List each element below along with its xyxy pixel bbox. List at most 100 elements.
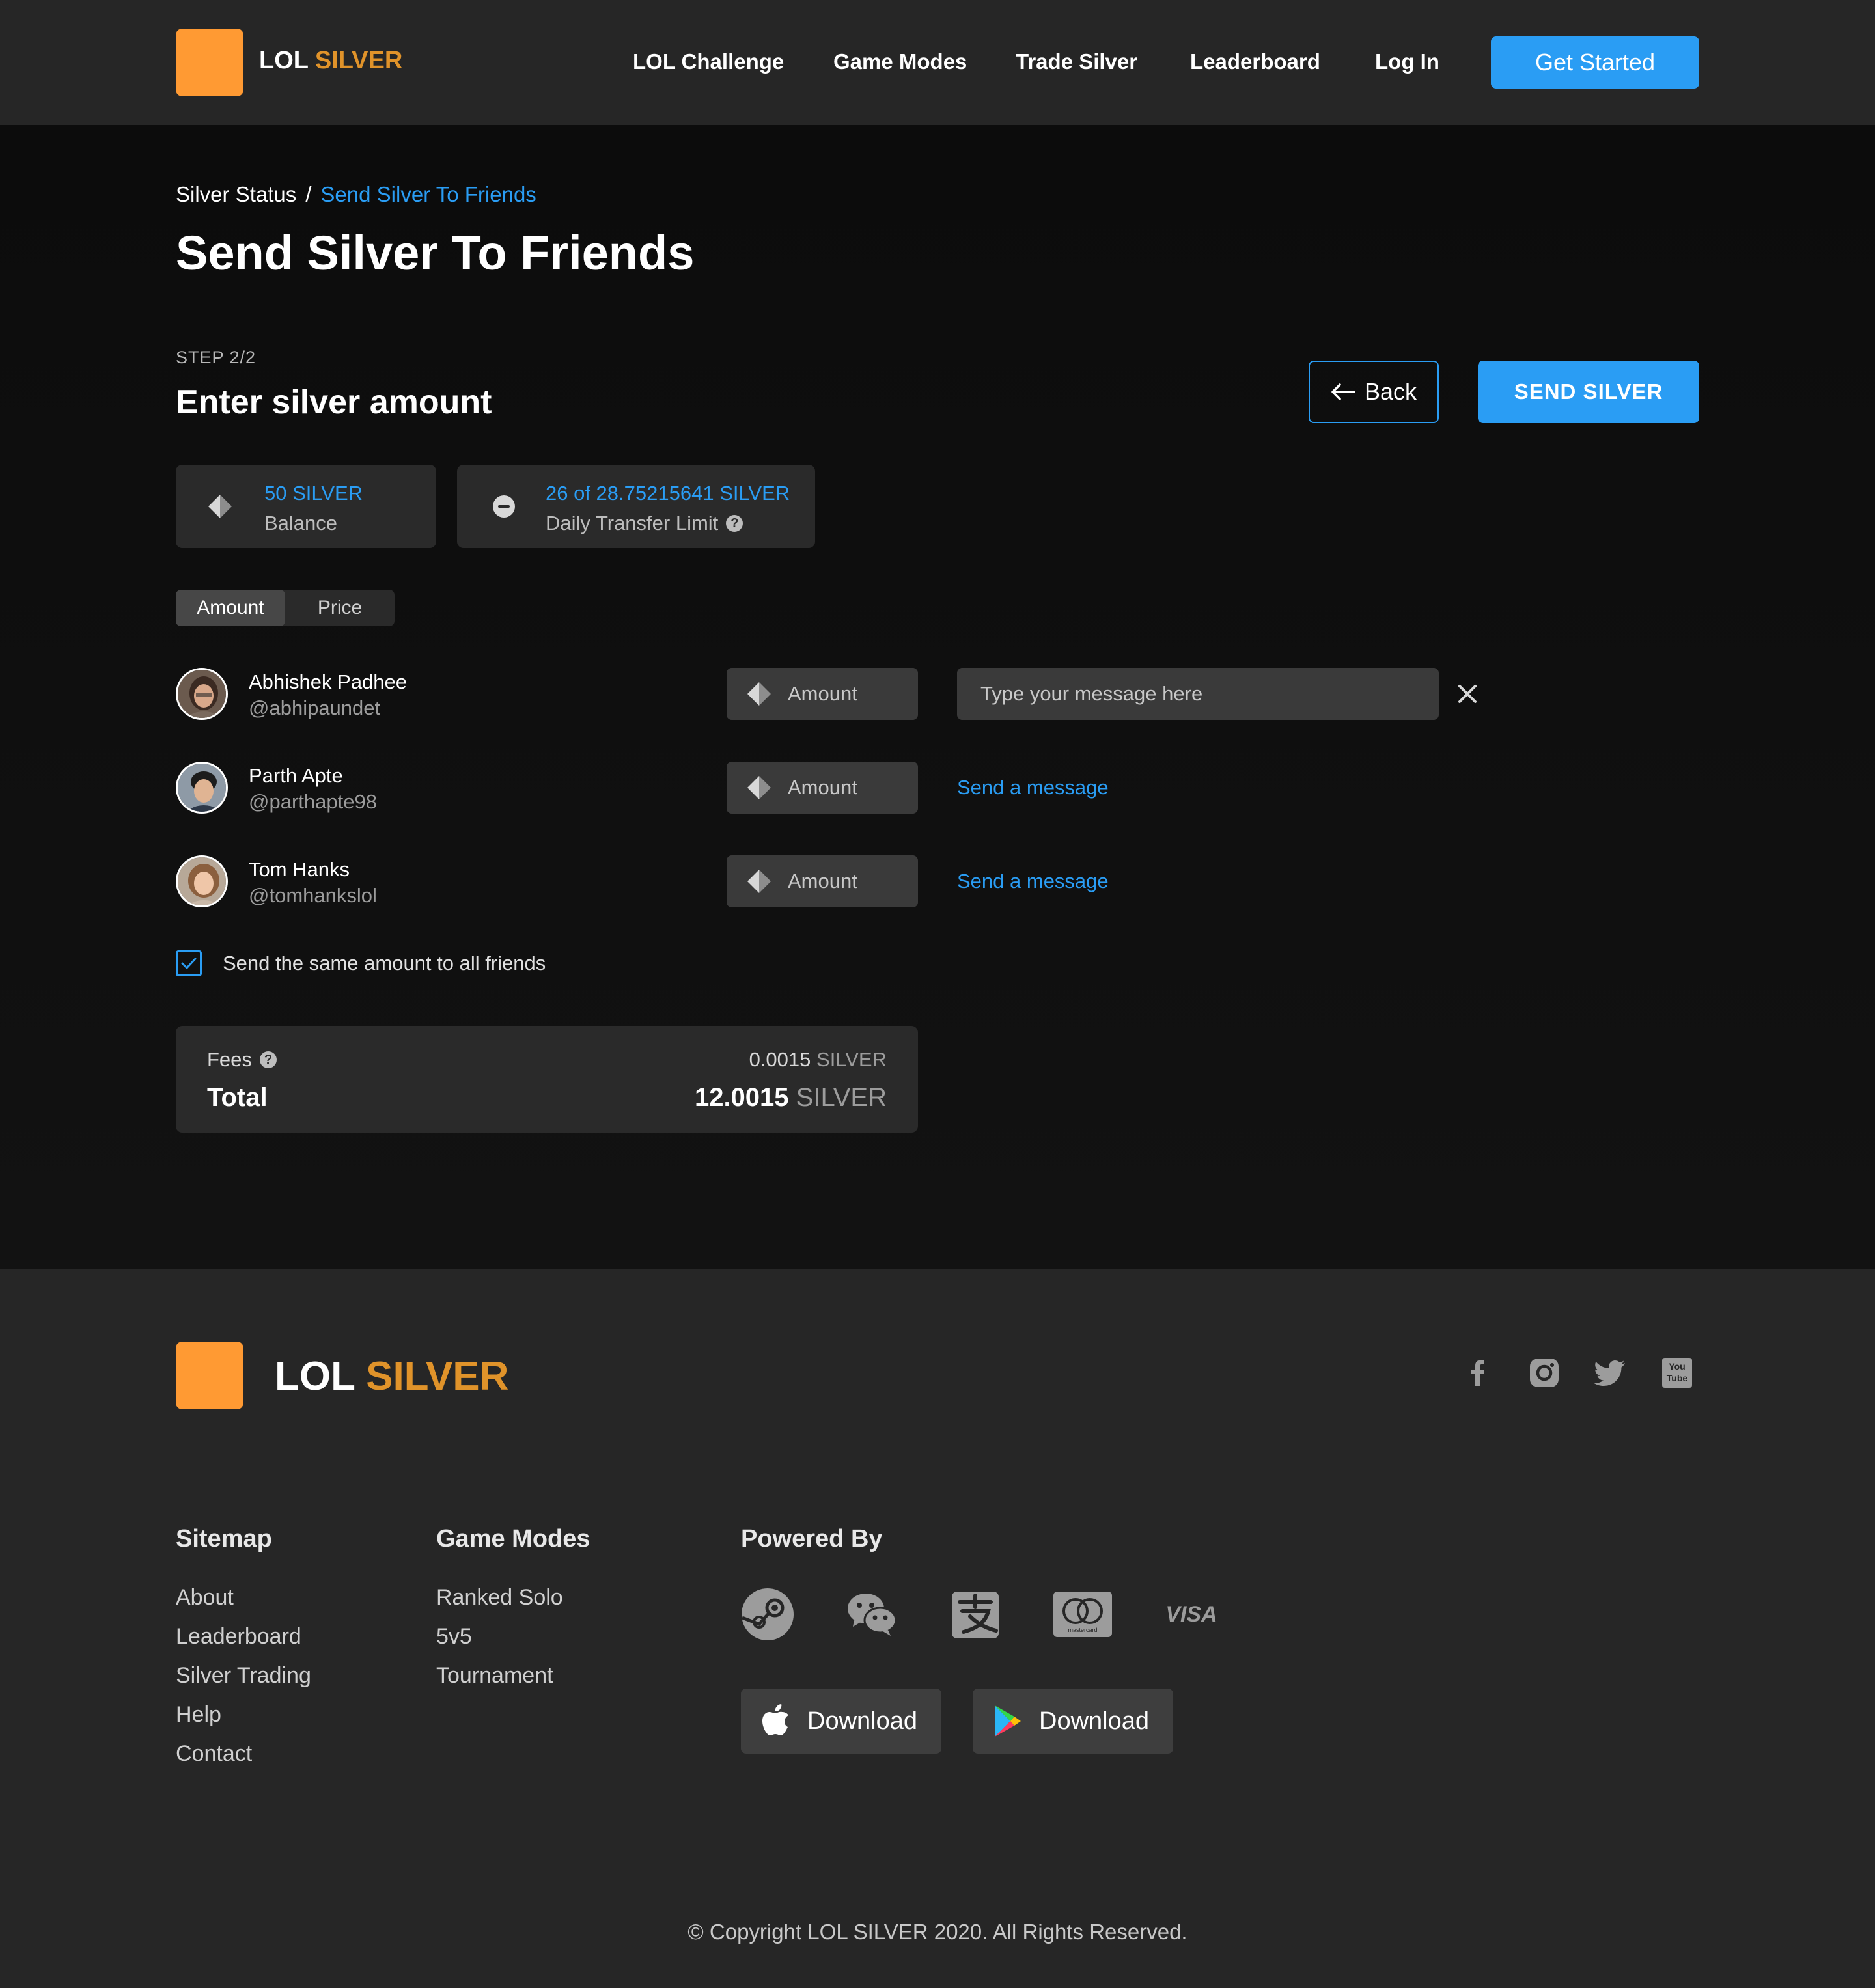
checkmark-icon (181, 958, 197, 969)
friend-name: Abhishek Padhee (249, 670, 408, 693)
balance-label: Balance (264, 512, 337, 535)
fees-amount: 0.0015 (749, 1048, 811, 1071)
toggle-amount[interactable]: Amount (176, 590, 285, 626)
nav-log-in[interactable]: Log In (1375, 49, 1439, 74)
message-input[interactable] (957, 668, 1439, 720)
nav-game-modes[interactable]: Game Modes (833, 49, 967, 74)
total-label: Total (207, 1083, 268, 1112)
avatar (176, 855, 228, 907)
friend-name: Parth Apte (249, 764, 343, 787)
amount-placeholder: Amount (788, 870, 857, 892)
app-store-download-button[interactable]: Download (741, 1689, 941, 1754)
page: LOL SILVER LOL Challenge Game Modes Trad… (0, 0, 1875, 1988)
step-indicator: STEP 2/2 (176, 348, 257, 367)
nav-lol-challenge[interactable]: LOL Challenge (633, 49, 784, 74)
breadcrumb-silver-status[interactable]: Silver Status (176, 182, 296, 206)
brand-word-silver: SILVER (314, 47, 403, 74)
top-nav-bar: LOL SILVER LOL Challenge Game Modes Trad… (0, 0, 1875, 125)
footer-link-contact[interactable]: Contact (176, 1741, 252, 1767)
mastercard-icon: mastercard (1053, 1592, 1112, 1637)
send-silver-button[interactable]: SEND SILVER (1478, 361, 1699, 423)
help-icon[interactable]: ? (726, 515, 743, 532)
alipay-icon (952, 1592, 999, 1638)
brand-word-lol: LOL (259, 47, 309, 74)
brand-name[interactable]: LOL SILVER (259, 47, 402, 75)
google-play-download-button[interactable]: Download (973, 1689, 1173, 1754)
visa-icon-text: VISA (1165, 1602, 1217, 1627)
footer-link-help[interactable]: Help (176, 1702, 221, 1728)
breadcrumb-current: Send Silver To Friends (320, 182, 536, 206)
avatar-image (178, 670, 226, 718)
avatar (176, 762, 228, 814)
youtube-icon[interactable]: You Tube (1660, 1356, 1694, 1390)
send-message-link[interactable]: Send a message (957, 870, 1109, 893)
youtube-icon-text-1: You (1669, 1361, 1685, 1372)
footer: LOL SILVER You Tube Sitemap About Leader… (0, 1269, 1875, 1988)
amount-input[interactable]: Amount (727, 762, 918, 814)
silver-coin-icon (747, 682, 771, 706)
silver-coin-icon (747, 870, 771, 893)
nav-trade-silver[interactable]: Trade Silver (1016, 49, 1137, 74)
logo-mark[interactable] (176, 29, 243, 96)
app-store-download-label: Download (807, 1707, 917, 1735)
breadcrumb-separator: / (305, 182, 312, 206)
footer-link-5v5[interactable]: 5v5 (436, 1624, 472, 1650)
game-modes-title: Game Modes (436, 1525, 590, 1553)
daily-limit-label: Daily Transfer Limit ? (546, 512, 743, 535)
mastercard-icon-text: mastercard (1068, 1627, 1097, 1633)
avatar-image (178, 857, 226, 905)
friend-handle: @abhipaundet (249, 697, 381, 719)
youtube-icon-text-2: Tube (1667, 1373, 1688, 1383)
nav-leaderboard[interactable]: Leaderboard (1190, 49, 1320, 74)
amount-input[interactable]: Amount (727, 668, 918, 720)
friend-handle: @parthapte98 (249, 790, 377, 813)
same-amount-checkbox[interactable] (176, 950, 202, 976)
wechat-icon (848, 1594, 897, 1636)
fee-summary-card: Fees ? 0.0015 SILVER Total 12.0015 SILVE… (176, 1026, 918, 1133)
fees-value: 0.0015 SILVER (749, 1048, 887, 1071)
footer-link-silver-trading[interactable]: Silver Trading (176, 1663, 311, 1689)
footer-link-leaderboard[interactable]: Leaderboard (176, 1624, 301, 1650)
send-message-link[interactable]: Send a message (957, 776, 1109, 799)
close-icon[interactable] (1454, 681, 1480, 707)
fees-label-text: Fees (207, 1048, 252, 1071)
footer-logo-mark[interactable] (176, 1342, 243, 1409)
steam-icon (742, 1588, 794, 1640)
apple-icon (762, 1704, 788, 1735)
facebook-icon[interactable] (1461, 1356, 1495, 1390)
avatar (176, 668, 228, 720)
breadcrumb: Silver Status / Send Silver To Friends (176, 182, 536, 207)
arrow-left-icon (1331, 383, 1355, 400)
twitter-icon[interactable] (1594, 1356, 1628, 1390)
fees-label: Fees ? (207, 1048, 277, 1071)
minus-circle-icon (493, 495, 515, 518)
back-button[interactable]: Back (1309, 361, 1439, 423)
total-unit: SILVER (796, 1083, 887, 1112)
instagram-icon[interactable] (1527, 1356, 1561, 1390)
balance-value: 50 SILVER (264, 482, 363, 504)
daily-limit-value: 26 of 28.75215641 SILVER (546, 482, 790, 504)
footer-link-about[interactable]: About (176, 1585, 234, 1610)
back-button-label: Back (1364, 378, 1417, 405)
daily-limit-card: 26 of 28.75215641 SILVER Daily Transfer … (457, 465, 815, 548)
friend-row: Parth Apte @parthapte98 Amount Send a me… (176, 762, 1738, 814)
page-title: Send Silver To Friends (176, 226, 695, 280)
daily-limit-label-text: Daily Transfer Limit (546, 512, 719, 534)
google-play-icon (995, 1705, 1021, 1737)
powered-by-title: Powered By (741, 1525, 883, 1553)
footer-link-tournament[interactable]: Tournament (436, 1663, 553, 1689)
friend-handle: @tomhankslol (249, 884, 377, 907)
total-amount: 12.0015 (694, 1083, 789, 1112)
help-icon[interactable]: ? (259, 1051, 277, 1068)
amount-price-toggle: Amount Price (176, 590, 395, 626)
footer-brand-name[interactable]: LOL SILVER (275, 1353, 508, 1400)
friend-row: Tom Hanks @tomhankslol Amount Send a mes… (176, 855, 1738, 907)
footer-link-ranked-solo[interactable]: Ranked Solo (436, 1585, 563, 1610)
avatar-image (178, 764, 226, 812)
friend-name: Tom Hanks (249, 858, 350, 881)
toggle-price[interactable]: Price (285, 590, 395, 626)
get-started-button[interactable]: Get Started (1491, 36, 1699, 89)
friend-row: Abhishek Padhee @abhipaundet Amount (176, 668, 1738, 720)
amount-input[interactable]: Amount (727, 855, 918, 907)
total-value: 12.0015 SILVER (695, 1083, 887, 1112)
